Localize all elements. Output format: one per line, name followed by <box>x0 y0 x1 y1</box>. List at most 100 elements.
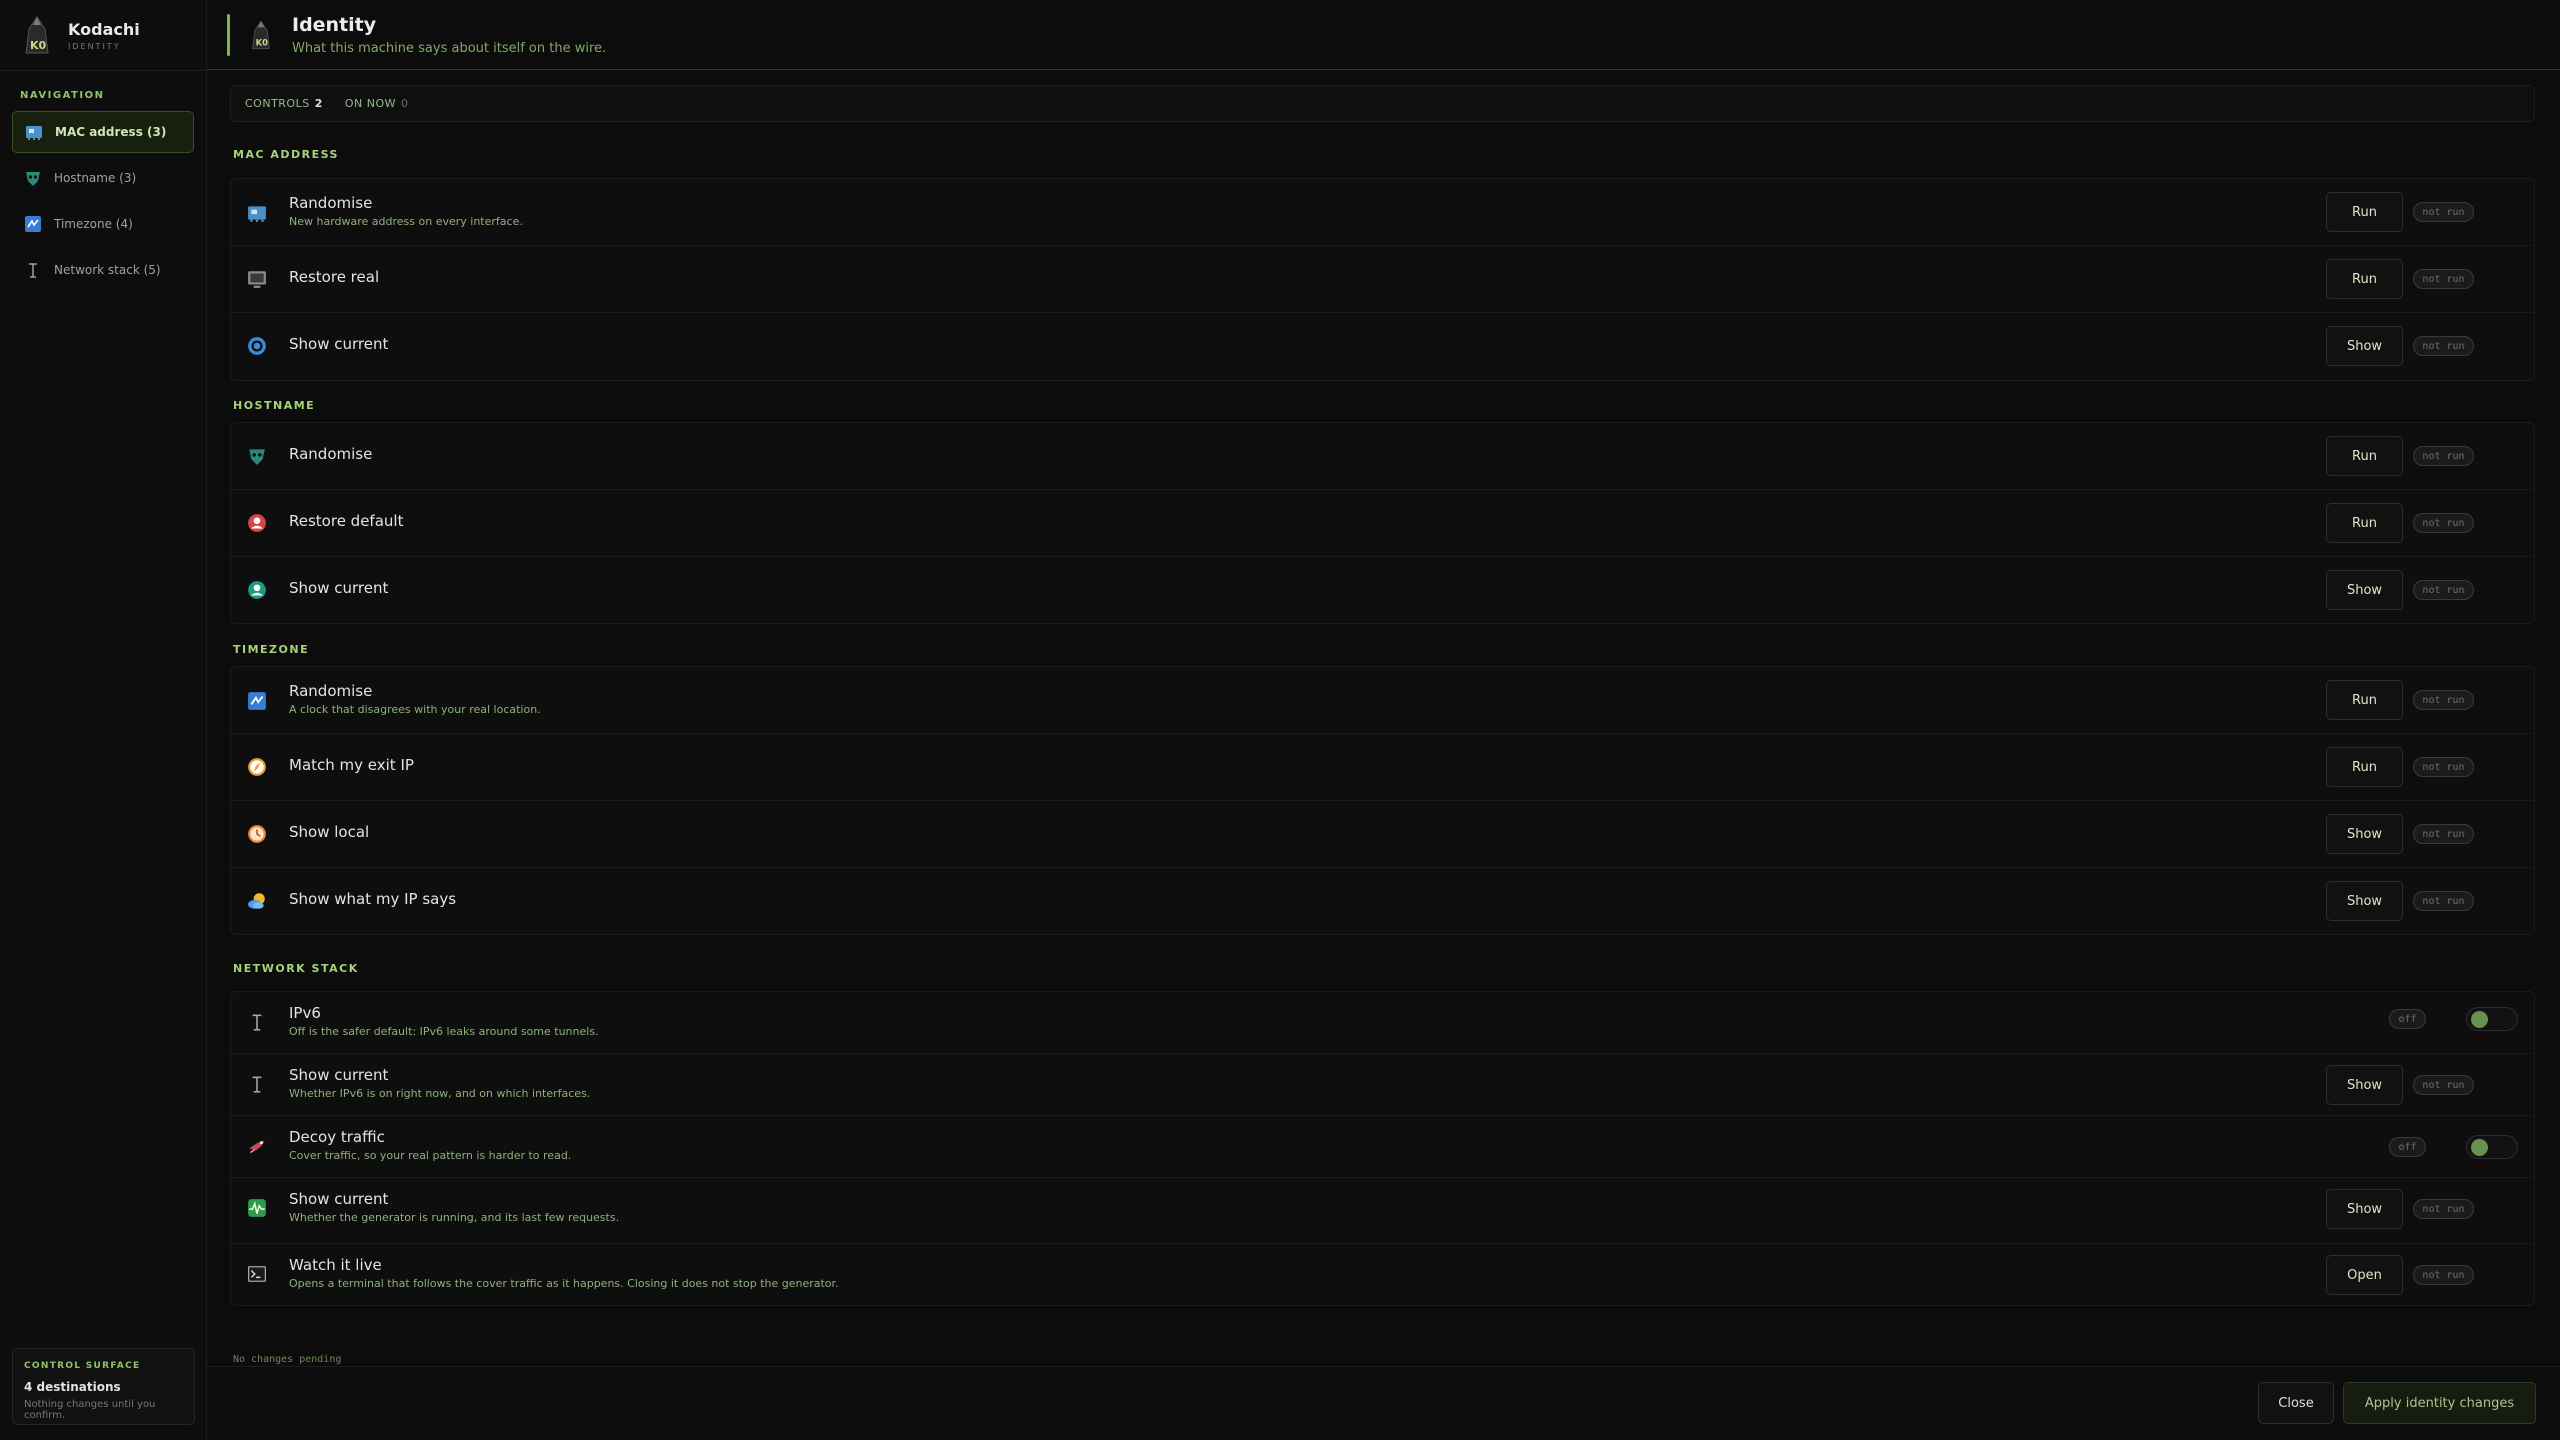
status-badge: not run <box>2413 690 2474 710</box>
brand-name: Kodachi <box>68 19 140 39</box>
row-title: Show current <box>289 335 389 353</box>
controls-count: 2 <box>314 97 323 110</box>
sidebar-item-label: Hostname (3) <box>54 171 137 185</box>
status-badge: not run <box>2413 1075 2474 1095</box>
page-title: Identity <box>292 13 377 36</box>
status-badge: off <box>2389 1137 2426 1157</box>
sidebar-item-network-stack[interactable]: Network stack (5) <box>12 249 194 291</box>
brand-sub: IDENTITY <box>68 41 121 51</box>
status-badge: not run <box>2413 891 2474 911</box>
decoy-traffic-toggle[interactable] <box>2466 1135 2518 1159</box>
sidebar-item-mac-address[interactable]: MAC address (3) <box>12 111 194 153</box>
antenna-icon <box>24 261 42 279</box>
section-title-timezone: TIMEZONE <box>233 643 310 656</box>
group-timezone: Randomise A clock that disagrees with yo… <box>230 666 2535 935</box>
open-button[interactable]: Open <box>2326 1255 2403 1295</box>
row-title: Watch it live <box>289 1256 382 1274</box>
list-item: Randomise Run not run <box>231 423 2534 490</box>
run-button[interactable]: Run <box>2326 503 2403 543</box>
antenna-icon <box>247 1012 267 1032</box>
row-title: Randomise <box>289 682 373 700</box>
row-title: Decoy traffic <box>289 1128 385 1146</box>
row-title: Show current <box>289 579 389 597</box>
run-button[interactable]: Run <box>2326 436 2403 476</box>
page-header: K0 Identity What this machine says about… <box>207 0 2560 70</box>
list-item: Decoy traffic Cover traffic, so your rea… <box>231 1116 2534 1178</box>
section-title-hostname: HOSTNAME <box>233 399 316 412</box>
pending-status: No changes pending <box>233 1354 342 1365</box>
status-badge: not run <box>2413 757 2474 777</box>
footer-bar: Close Apply identity changes <box>207 1366 2560 1440</box>
svg-text:K0: K0 <box>256 37 269 47</box>
row-title: Restore default <box>289 512 404 530</box>
row-description: New hardware address on every interface. <box>289 215 523 228</box>
list-item: Show current Show not run <box>231 313 2534 380</box>
run-button[interactable]: Run <box>2326 747 2403 787</box>
group-hostname: Randomise Run not run Restore default Ru… <box>230 422 2535 624</box>
compass-icon <box>247 757 267 777</box>
row-description: Whether the generator is running, and it… <box>289 1211 620 1224</box>
close-button[interactable]: Close <box>2258 1382 2334 1424</box>
clock-icon <box>247 824 267 844</box>
monitor-icon <box>247 269 267 289</box>
ipv6-toggle[interactable] <box>2466 1007 2518 1031</box>
on-now-count: 0 <box>401 97 409 110</box>
list-item: Show local Show not run <box>231 801 2534 868</box>
status-badge: off <box>2389 1009 2426 1029</box>
section-title-mac-address: MAC ADDRESS <box>233 148 339 161</box>
status-badge: not run <box>2413 202 2474 222</box>
activity-icon <box>247 1198 267 1218</box>
mask-icon <box>247 446 267 466</box>
kodachi-logo-icon: K0 <box>20 15 54 55</box>
list-item: Randomise A clock that disagrees with yo… <box>231 667 2534 734</box>
shuffle-icon <box>24 215 42 233</box>
list-item: Match my exit IP Run not run <box>231 734 2534 801</box>
show-button[interactable]: Show <box>2326 1065 2403 1105</box>
show-button[interactable]: Show <box>2326 326 2403 366</box>
sidebar-item-label: Timezone (4) <box>54 217 133 231</box>
section-title-network-stack: NETWORK STACK <box>233 962 359 975</box>
control-surface-card: CONTROL SURFACE 4 destinations Nothing c… <box>12 1348 195 1425</box>
page-subtitle: What this machine says about itself on t… <box>292 40 607 56</box>
status-badge: not run <box>2413 269 2474 289</box>
row-description: Cover traffic, so your real pattern is h… <box>289 1149 572 1162</box>
tab-on-now[interactable]: ON NOW 0 <box>345 97 409 110</box>
show-button[interactable]: Show <box>2326 814 2403 854</box>
nav-list: MAC address (3) Hostname (3) Timezone (4… <box>0 101 206 291</box>
target-icon <box>247 336 267 356</box>
show-button[interactable]: Show <box>2326 881 2403 921</box>
status-badge: not run <box>2413 580 2474 600</box>
run-button[interactable]: Run <box>2326 259 2403 299</box>
svg-text:K0: K0 <box>30 39 47 52</box>
status-badge: not run <box>2413 446 2474 466</box>
run-button[interactable]: Run <box>2326 192 2403 232</box>
nav-title: NAVIGATION <box>20 90 105 101</box>
list-item: Show current Whether the generator is ru… <box>231 1178 2534 1244</box>
show-button[interactable]: Show <box>2326 1189 2403 1229</box>
row-title: Show current <box>289 1066 389 1084</box>
row-description: Off is the safer default: IPv6 leaks aro… <box>289 1025 599 1038</box>
row-description: Opens a terminal that follows the cover … <box>289 1277 839 1290</box>
tab-controls[interactable]: CONTROLS 2 <box>245 97 323 110</box>
header-accent-bar <box>227 13 230 56</box>
list-item: Show current Show not run <box>231 557 2534 624</box>
row-title: Show local <box>289 823 370 841</box>
row-title: Randomise <box>289 445 373 463</box>
control-surface-note: Nothing changes until you confirm. <box>24 1399 156 1421</box>
row-title: Match my exit IP <box>289 756 414 774</box>
apply-identity-changes-button[interactable]: Apply identity changes <box>2343 1382 2536 1424</box>
row-title: Randomise <box>289 194 373 212</box>
toggle-knob <box>2471 1011 2488 1028</box>
row-description: A clock that disagrees with your real lo… <box>289 703 541 716</box>
sidebar-item-hostname[interactable]: Hostname (3) <box>12 157 194 199</box>
network-card-icon <box>247 203 267 223</box>
show-button[interactable]: Show <box>2326 570 2403 610</box>
status-badge: not run <box>2413 1265 2474 1285</box>
sidebar-item-timezone[interactable]: Timezone (4) <box>12 203 194 245</box>
row-title: Show what my IP says <box>289 890 457 908</box>
user-icon <box>247 580 267 600</box>
list-item: IPv6 Off is the safer default: IPv6 leak… <box>231 992 2534 1054</box>
list-item: Restore real Run not run <box>231 246 2534 313</box>
run-button[interactable]: Run <box>2326 680 2403 720</box>
row-title: IPv6 <box>289 1004 321 1022</box>
